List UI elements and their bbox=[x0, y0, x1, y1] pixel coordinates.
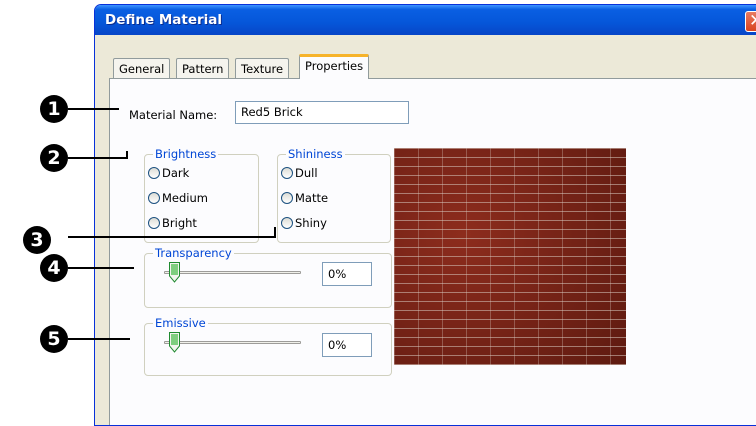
tab-general[interactable]: General bbox=[113, 58, 171, 78]
callout-5: 5 bbox=[40, 325, 68, 353]
radio-label: Shiny bbox=[295, 216, 327, 230]
callout-5-leader bbox=[68, 338, 130, 340]
emissive-slider-track[interactable] bbox=[164, 341, 301, 344]
callout-1-leader bbox=[68, 108, 119, 110]
callout-2-leader-tick bbox=[126, 151, 128, 159]
callout-4: 4 bbox=[40, 254, 68, 282]
transparency-group-title: Transparency bbox=[153, 246, 234, 260]
transparency-slider-thumb[interactable] bbox=[169, 262, 180, 283]
tab-texture[interactable]: Texture bbox=[235, 58, 290, 78]
brightness-radio-dark[interactable]: Dark bbox=[148, 166, 189, 182]
callout-3-leader-tick bbox=[274, 227, 276, 237]
material-name-label: Material Name: bbox=[129, 108, 218, 122]
close-button[interactable]: ✕ bbox=[745, 11, 756, 32]
brightness-group-title: Brightness bbox=[153, 147, 219, 161]
brightness-radio-medium[interactable]: Medium bbox=[148, 191, 208, 207]
material-name-field[interactable]: Red5 Brick bbox=[235, 101, 409, 124]
close-icon: ✕ bbox=[749, 11, 756, 31]
radio-icon bbox=[281, 167, 293, 179]
brightness-radio-bright[interactable]: Bright bbox=[148, 216, 197, 232]
callout-2: 2 bbox=[40, 144, 68, 172]
window-title: Define Material bbox=[105, 12, 223, 28]
transparency-slider-track[interactable] bbox=[164, 271, 301, 274]
brick-texture-preview bbox=[394, 148, 626, 365]
tab-pattern[interactable]: Pattern bbox=[176, 58, 230, 78]
callout-1: 1 bbox=[40, 95, 68, 123]
emissive-group-title: Emissive bbox=[153, 316, 208, 330]
callout-3: 3 bbox=[23, 226, 51, 254]
radio-label: Medium bbox=[162, 191, 208, 205]
radio-label: Dark bbox=[162, 166, 190, 180]
callout-2-leader bbox=[68, 157, 128, 159]
radio-icon bbox=[148, 192, 160, 204]
tab-properties[interactable]: Properties bbox=[299, 54, 370, 79]
radio-label: Dull bbox=[295, 166, 318, 180]
callout-3-leader bbox=[68, 236, 276, 238]
callout-4-leader bbox=[68, 267, 134, 269]
transparency-value-field[interactable]: 0% bbox=[322, 262, 372, 286]
radio-icon bbox=[148, 217, 160, 229]
emissive-slider-thumb[interactable] bbox=[169, 332, 180, 353]
radio-label: Matte bbox=[295, 191, 329, 205]
emissive-value-field[interactable]: 0% bbox=[322, 333, 372, 357]
radio-icon bbox=[148, 167, 160, 179]
shininess-radio-dull[interactable]: Dull bbox=[281, 166, 318, 182]
shininess-radio-matte[interactable]: Matte bbox=[281, 191, 328, 207]
shininess-group-title: Shininess bbox=[286, 147, 345, 161]
radio-label: Bright bbox=[162, 216, 197, 230]
shininess-radio-shiny[interactable]: Shiny bbox=[281, 216, 327, 232]
radio-icon bbox=[281, 192, 293, 204]
radio-icon bbox=[281, 217, 293, 229]
title-bar[interactable]: Define Material ✕ bbox=[95, 5, 756, 35]
